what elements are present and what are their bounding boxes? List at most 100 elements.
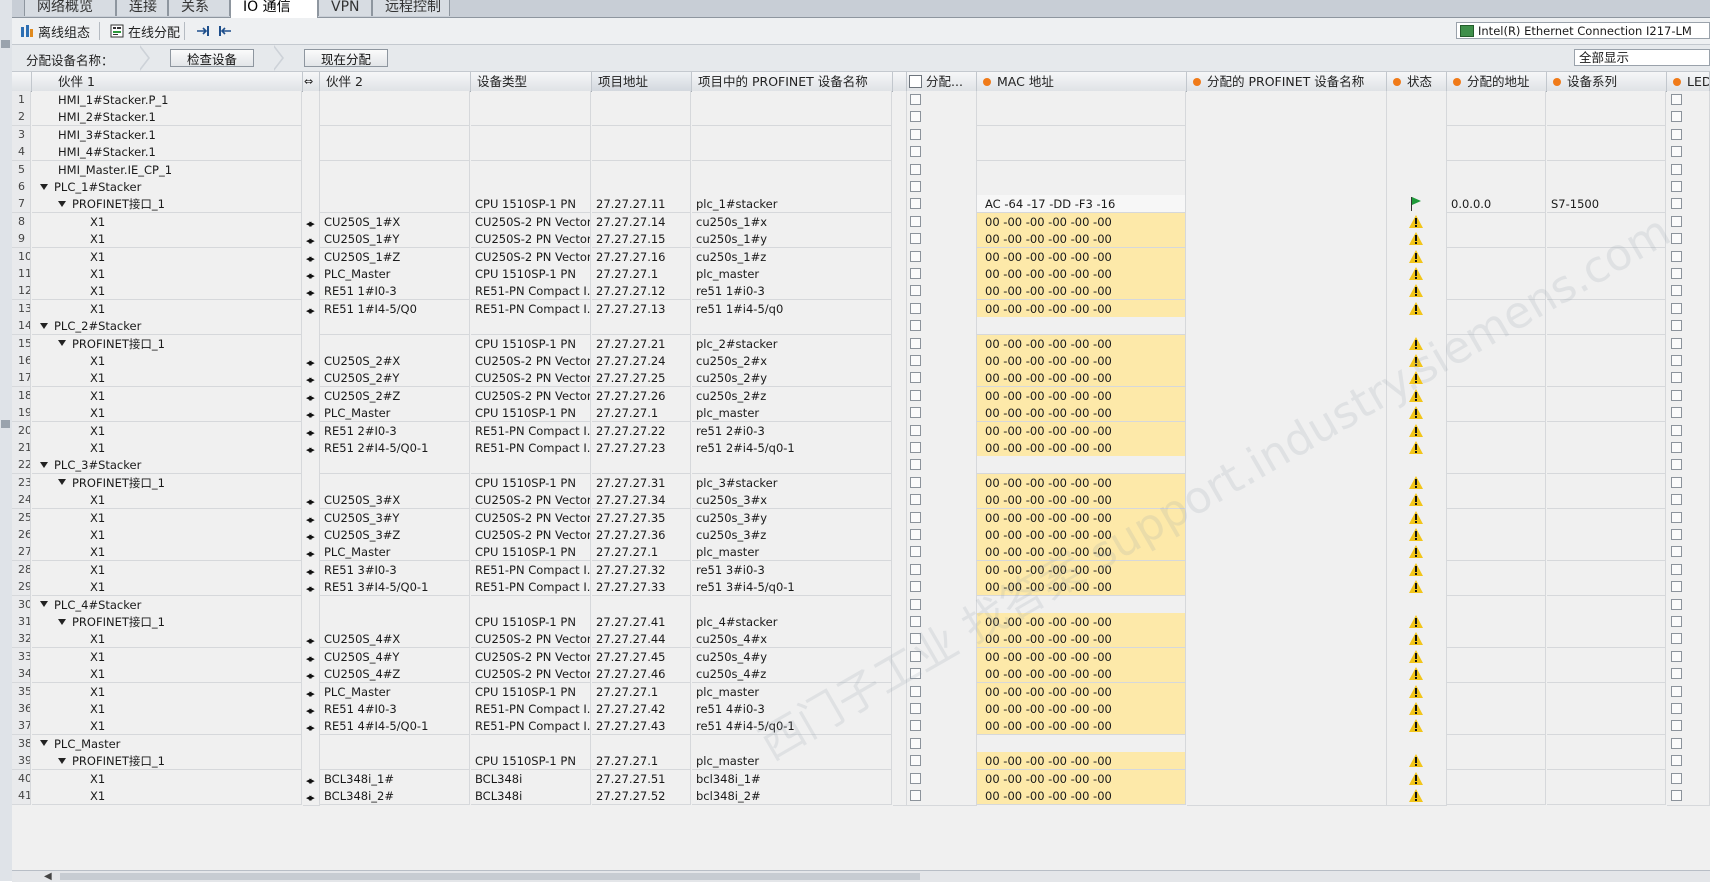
partner1-cell[interactable]: X1 [32,769,302,788]
tab-remote-control[interactable]: 远程控制 [372,0,450,16]
led-flash-checkbox[interactable] [1671,337,1682,349]
expand-triangle-icon[interactable] [40,183,48,190]
assign-checkbox[interactable] [910,442,921,453]
partner1-cell[interactable]: X1 [32,647,302,666]
led-flash-checkbox[interactable] [1671,476,1682,488]
tab-network-overview[interactable]: 网络概览 [24,0,116,16]
partner1-cell[interactable]: X1 [32,439,302,457]
led-flash-checkbox[interactable] [1671,389,1682,401]
assign-checkbox[interactable] [910,737,921,749]
header-status[interactable]: 状态 [1387,72,1447,91]
partner1-cell[interactable]: PROFINET接口_1 [32,334,302,353]
led-flash-checkbox[interactable] [1671,320,1682,332]
table-row[interactable]: 2 HMI_2#Stacker.1 [12,108,1710,128]
led-flash-checkbox[interactable] [1671,790,1682,801]
led-flash-checkbox[interactable] [1671,737,1682,749]
led-flash-checkbox[interactable] [1671,250,1682,262]
led-flash-checkbox[interactable] [1671,198,1682,210]
table-row[interactable]: 31 PROFINET接口_1 CPU 1510SP-1 PN 27.27.27.41… [12,613,1710,632]
led-flash-checkbox[interactable] [1671,529,1682,540]
assign-checkbox[interactable] [910,546,921,558]
assign-checkbox[interactable] [910,703,921,714]
header-partner1[interactable]: 伙伴 1 [32,72,303,91]
expand-triangle-icon[interactable] [40,461,48,468]
assign-checkbox[interactable] [910,111,921,123]
collapse-icon[interactable] [1,420,10,428]
partner1-cell[interactable]: HMI_1#Stacker.P_1 [32,91,302,109]
partner1-cell[interactable]: X1 [32,787,302,805]
partner1-cell[interactable]: X1 [32,578,302,597]
led-flash-checkbox[interactable] [1671,668,1682,680]
assign-checkbox[interactable] [910,476,921,488]
led-flash-checkbox[interactable] [1671,442,1682,453]
assign-checkbox[interactable] [910,581,921,593]
table-row[interactable]: 7 PROFINET接口_1 CPU 1510SP-1 PN 27.27.27.11 p… [12,195,1710,215]
assign-checkbox[interactable] [910,407,921,419]
led-flash-checkbox[interactable] [1671,215,1682,227]
partner1-cell[interactable]: X1 [32,230,302,249]
expand-triangle-icon[interactable] [58,757,66,764]
partner1-cell[interactable]: HMI_2#Stacker.1 [32,108,302,127]
table-row[interactable]: 29 X1 ◀▶ RE51 3#I4-5/Q0-1 RE51-PN Compact I.… [12,578,1710,598]
partner1-cell[interactable]: PLC_4#Stacker [32,595,302,614]
table-row[interactable]: 6 PLC_1#Stacker [12,178,1710,197]
partner1-cell[interactable]: X1 [32,282,302,301]
partner1-cell[interactable]: X1 [32,508,302,527]
partner1-cell[interactable]: PLC_1#Stacker [32,178,302,196]
partner1-cell[interactable]: X1 [32,247,302,266]
assign-checkbox[interactable] [910,285,921,297]
assign-checkbox[interactable] [910,233,921,245]
header-mac-address[interactable]: MAC 地址 [977,72,1187,91]
partner1-cell[interactable]: X1 [32,299,302,318]
table-row[interactable]: 40 X1 ◀▶ BCL348i_1# BCL348i 27.27.27.51 bcl348… [12,769,1710,789]
header-assign[interactable]: 分配... [907,72,977,91]
assign-checkbox[interactable] [910,790,921,801]
led-flash-checkbox[interactable] [1671,181,1682,192]
header-assigned-name[interactable]: 分配的 PROFINET 设备名称 [1187,72,1387,91]
header-assigned-address[interactable]: 分配的地址 [1447,72,1547,91]
led-flash-checkbox[interactable] [1671,424,1682,436]
table-row[interactable]: 26 X1 ◀▶ CU250S_3#Z CU250S-2 PN Vector 27.27.… [12,526,1710,545]
select-all-checkbox[interactable] [909,75,922,88]
led-flash-checkbox[interactable] [1671,407,1682,419]
expand-all-button[interactable] [196,21,210,41]
header-device-type[interactable]: 设备类型 [471,72,592,91]
partner1-cell[interactable]: X1 [32,352,302,370]
partner1-cell[interactable]: X1 [32,212,302,231]
assign-checkbox[interactable] [910,616,921,627]
header-device-family[interactable]: 设备系列 [1547,72,1667,91]
header-partner2[interactable]: 伙伴 2 [320,72,471,91]
led-flash-checkbox[interactable] [1671,616,1682,627]
table-row[interactable]: 25 X1 ◀▶ CU250S_3#Y CU250S-2 PN Vector 27.27.… [12,508,1710,528]
assign-checkbox[interactable] [910,772,921,784]
table-row[interactable]: 41 X1 ◀▶ BCL348i_2# BCL348i 27.27.27.52 bcl348… [12,787,1710,806]
tab-relations[interactable]: 关系 [168,0,230,16]
led-flash-checkbox[interactable] [1671,772,1682,784]
led-flash-checkbox[interactable] [1671,703,1682,714]
expand-triangle-icon[interactable] [58,479,66,486]
partner1-cell[interactable]: X1 [32,369,302,388]
table-row[interactable]: 4 HMI_4#Stacker.1 [12,143,1710,163]
partner1-cell[interactable]: PLC_2#Stacker [32,317,302,336]
tab-io-communication[interactable]: IO 通信 [230,0,318,18]
table-row[interactable]: 27 X1 ◀▶ PLC_Master CPU 1510SP-1 PN 27.27.27.… [12,543,1710,563]
assign-checkbox[interactable] [910,720,921,732]
led-flash-checkbox[interactable] [1671,650,1682,662]
led-flash-checkbox[interactable] [1671,111,1682,123]
table-row[interactable]: 11 X1 ◀▶ PLC_Master CPU 1510SP-1 PN 27.27.27.… [12,265,1710,284]
partner1-cell[interactable]: PROFINET接口_1 [32,752,302,771]
partner1-cell[interactable]: HMI_3#Stacker.1 [32,125,302,144]
table-row[interactable]: 37 X1 ◀▶ RE51 4#I4-5/Q0-1 RE51-PN Compact I.… [12,717,1710,737]
led-flash-checkbox[interactable] [1671,94,1682,105]
led-flash-checkbox[interactable] [1671,163,1682,175]
expand-triangle-icon[interactable] [40,601,48,608]
assign-checkbox[interactable] [910,459,921,471]
partner1-cell[interactable]: PLC_Master [32,734,302,753]
header-project-address[interactable]: 项目地址 [592,72,692,91]
partner1-cell[interactable]: HMI_4#Stacker.1 [32,143,302,162]
expand-triangle-icon[interactable] [40,740,48,747]
partner1-cell[interactable]: X1 [32,526,302,544]
table-row[interactable]: 33 X1 ◀▶ CU250S_4#Y CU250S-2 PN Vector 27.27.… [12,647,1710,667]
assign-checkbox[interactable] [910,372,921,384]
table-row[interactable]: 23 PROFINET接口_1 CPU 1510SP-1 PN 27.27.27.31… [12,473,1710,493]
